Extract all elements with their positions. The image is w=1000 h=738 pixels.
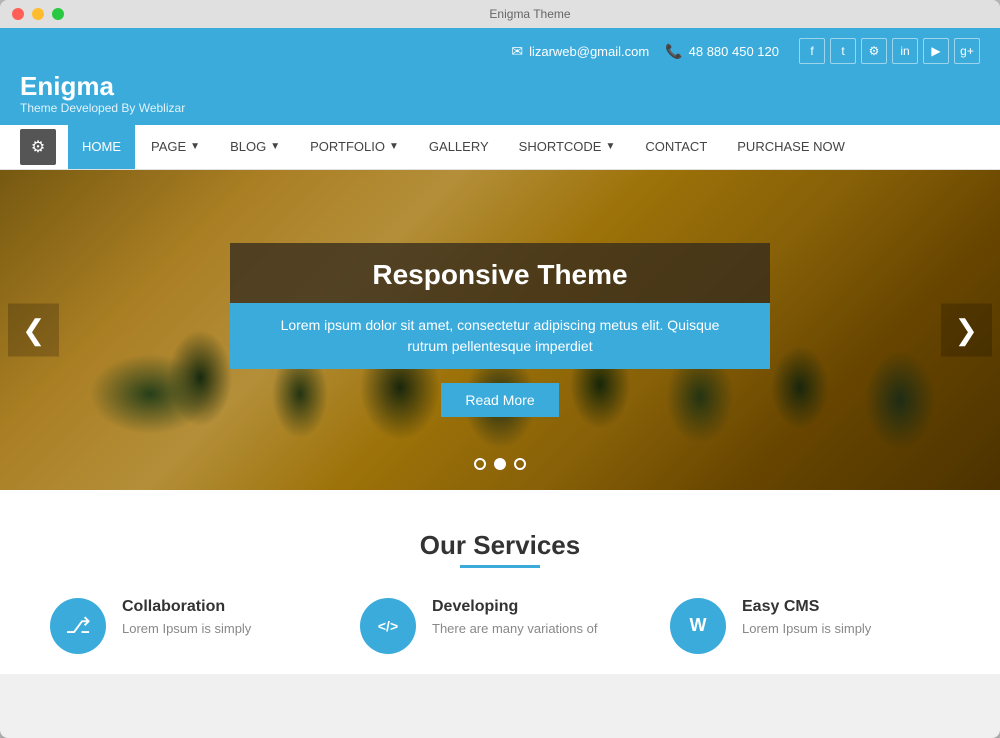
hero-text-box: Lorem ipsum dolor sit amet, consectetur … [230, 303, 770, 369]
read-more-button[interactable]: Read More [441, 383, 558, 417]
slide-dot-3[interactable] [514, 458, 526, 470]
page-caret: ▼ [190, 141, 200, 152]
nav-item-home[interactable]: HOME [68, 125, 135, 169]
portfolio-caret: ▼ [389, 141, 399, 152]
hero-title-box: Responsive Theme [230, 243, 770, 303]
service-title-collaboration: Collaboration [122, 598, 251, 616]
close-button[interactable] [12, 8, 24, 20]
navigation-bar: ⚙ HOME PAGE ▼ BLOG ▼ PORTFOLIO ▼ GALLERY… [0, 125, 1000, 170]
nav-item-contact[interactable]: CONTACT [631, 125, 721, 169]
title-bar: Enigma Theme [0, 0, 1000, 28]
site-tagline: Theme Developed By Weblizar [20, 101, 980, 115]
services-underline [460, 565, 540, 568]
nav-item-gallery[interactable]: GALLERY [415, 125, 503, 169]
nav-items-list: HOME PAGE ▼ BLOG ▼ PORTFOLIO ▼ GALLERY S… [68, 125, 859, 169]
slide-dot-2[interactable] [494, 458, 506, 470]
cms-icon: W [670, 598, 726, 654]
header-bottom-bar: Enigma Theme Developed By Weblizar [20, 72, 980, 115]
header-top-bar: ✉ lizarweb@gmail.com 📞 48 880 450 120 f … [20, 38, 980, 64]
nav-item-portfolio[interactable]: PORTFOLIO ▼ [296, 125, 413, 169]
social-icons-container: f t ⚙ in ▶ g+ [799, 38, 980, 64]
shortcode-caret: ▼ [605, 141, 615, 152]
hero-slider: ❮ ❯ Responsive Theme Lorem ipsum dolor s… [0, 170, 1000, 490]
blog-caret: ▼ [270, 141, 280, 152]
slide-dot-1[interactable] [474, 458, 486, 470]
next-arrow-button[interactable]: ❯ [941, 303, 992, 356]
dribbble-icon[interactable]: ⚙ [861, 38, 887, 64]
contact-info: ✉ lizarweb@gmail.com 📞 48 880 450 120 [511, 43, 779, 60]
facebook-icon[interactable]: f [799, 38, 825, 64]
prev-arrow-button[interactable]: ❮ [8, 303, 59, 356]
service-text-developing: Developing There are many variations of [432, 598, 597, 638]
youtube-icon[interactable]: ▶ [923, 38, 949, 64]
services-section: Our Services ⎇ Collaboration Lorem Ipsum… [0, 490, 1000, 674]
nav-item-shortcode[interactable]: SHORTCODE ▼ [505, 125, 630, 169]
collaboration-icon: ⎇ [50, 598, 106, 654]
nav-item-blog[interactable]: BLOG ▼ [216, 125, 294, 169]
email-text: lizarweb@gmail.com [529, 44, 649, 59]
maximize-button[interactable] [52, 8, 64, 20]
hero-description: Lorem ipsum dolor sit amet, consectetur … [260, 315, 740, 357]
browser-window: Enigma Theme ✉ lizarweb@gmail.com 📞 48 8… [0, 0, 1000, 738]
googleplus-icon[interactable]: g+ [954, 38, 980, 64]
linkedin-icon[interactable]: in [892, 38, 918, 64]
service-title-cms: Easy CMS [742, 598, 871, 616]
minimize-button[interactable] [32, 8, 44, 20]
services-grid: ⎇ Collaboration Lorem Ipsum is simply </… [40, 598, 960, 654]
service-desc-collaboration: Lorem Ipsum is simply [122, 620, 251, 638]
service-item-cms: W Easy CMS Lorem Ipsum is simply [670, 598, 950, 654]
email-info: ✉ lizarweb@gmail.com [511, 43, 649, 60]
nav-item-purchase[interactable]: PURCHASE NOW [723, 125, 859, 169]
phone-icon: 📞 [665, 43, 682, 60]
service-text-cms: Easy CMS Lorem Ipsum is simply [742, 598, 871, 638]
site-header: ✉ lizarweb@gmail.com 📞 48 880 450 120 f … [0, 28, 1000, 125]
hero-title: Responsive Theme [260, 259, 740, 291]
service-item-collaboration: ⎇ Collaboration Lorem Ipsum is simply [50, 598, 330, 654]
twitter-icon[interactable]: t [830, 38, 856, 64]
phone-text: 48 880 450 120 [689, 44, 779, 59]
email-icon: ✉ [511, 43, 523, 60]
settings-button[interactable]: ⚙ [20, 129, 56, 165]
services-title: Our Services [40, 530, 960, 561]
settings-icon: ⚙ [31, 137, 45, 157]
nav-item-page[interactable]: PAGE ▼ [137, 125, 214, 169]
service-title-developing: Developing [432, 598, 597, 616]
window-title: Enigma Theme [72, 7, 988, 21]
hero-content: Responsive Theme Lorem ipsum dolor sit a… [230, 243, 770, 417]
service-text-collaboration: Collaboration Lorem Ipsum is simply [122, 598, 251, 638]
service-item-developing: </> Developing There are many variations… [360, 598, 640, 654]
slider-dots [474, 458, 526, 470]
service-desc-cms: Lorem Ipsum is simply [742, 620, 871, 638]
service-desc-developing: There are many variations of [432, 620, 597, 638]
developing-icon: </> [360, 598, 416, 654]
phone-info: 📞 48 880 450 120 [665, 43, 779, 60]
logo-area: Enigma Theme Developed By Weblizar [20, 72, 980, 115]
site-logo[interactable]: Enigma [20, 72, 980, 101]
